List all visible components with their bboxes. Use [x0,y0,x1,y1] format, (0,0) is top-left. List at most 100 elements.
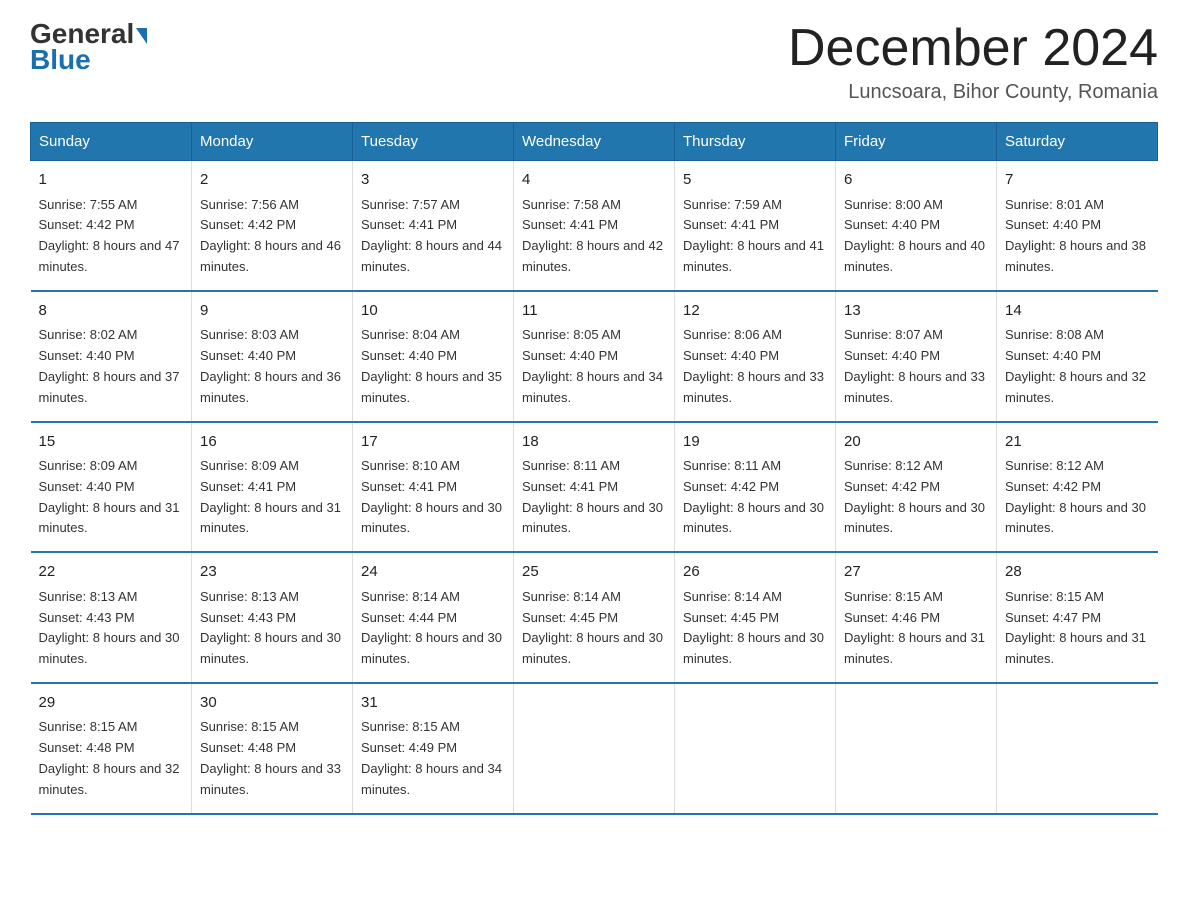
day-info: Sunrise: 7:56 AMSunset: 4:42 PMDaylight:… [200,197,341,274]
day-number: 28 [1005,561,1150,584]
day-info: Sunrise: 8:10 AMSunset: 4:41 PMDaylight:… [361,458,502,535]
calendar-day-header: Monday [192,123,353,161]
day-number: 8 [39,300,184,323]
calendar-day-cell: 4 Sunrise: 7:58 AMSunset: 4:41 PMDayligh… [514,161,675,291]
day-info: Sunrise: 8:03 AMSunset: 4:40 PMDaylight:… [200,327,341,404]
calendar-day-cell: 17 Sunrise: 8:10 AMSunset: 4:41 PMDaylig… [353,422,514,553]
day-number: 12 [683,300,827,323]
day-number: 5 [683,169,827,192]
day-number: 17 [361,431,505,454]
calendar-day-cell: 2 Sunrise: 7:56 AMSunset: 4:42 PMDayligh… [192,161,353,291]
calendar-day-cell: 25 Sunrise: 8:14 AMSunset: 4:45 PMDaylig… [514,552,675,683]
calendar-day-header: Saturday [997,123,1158,161]
day-number: 1 [39,169,184,192]
day-number: 20 [844,431,988,454]
day-info: Sunrise: 8:15 AMSunset: 4:49 PMDaylight:… [361,719,502,796]
day-info: Sunrise: 8:15 AMSunset: 4:48 PMDaylight:… [200,719,341,796]
day-info: Sunrise: 8:09 AMSunset: 4:40 PMDaylight:… [39,458,180,535]
calendar-day-cell [997,683,1158,814]
day-number: 23 [200,561,344,584]
day-number: 21 [1005,431,1150,454]
day-number: 14 [1005,300,1150,323]
calendar-day-cell: 1 Sunrise: 7:55 AMSunset: 4:42 PMDayligh… [31,161,192,291]
calendar-day-cell: 16 Sunrise: 8:09 AMSunset: 4:41 PMDaylig… [192,422,353,553]
calendar-day-cell [514,683,675,814]
day-info: Sunrise: 8:12 AMSunset: 4:42 PMDaylight:… [844,458,985,535]
calendar-day-header: Wednesday [514,123,675,161]
calendar-day-cell: 14 Sunrise: 8:08 AMSunset: 4:40 PMDaylig… [997,291,1158,422]
calendar-day-cell: 13 Sunrise: 8:07 AMSunset: 4:40 PMDaylig… [836,291,997,422]
day-info: Sunrise: 8:12 AMSunset: 4:42 PMDaylight:… [1005,458,1146,535]
day-info: Sunrise: 8:00 AMSunset: 4:40 PMDaylight:… [844,197,985,274]
calendar-week-row: 22 Sunrise: 8:13 AMSunset: 4:43 PMDaylig… [31,552,1158,683]
day-number: 22 [39,561,184,584]
calendar-day-cell: 29 Sunrise: 8:15 AMSunset: 4:48 PMDaylig… [31,683,192,814]
day-number: 26 [683,561,827,584]
calendar-table: SundayMondayTuesdayWednesdayThursdayFrid… [30,122,1158,814]
calendar-day-cell: 20 Sunrise: 8:12 AMSunset: 4:42 PMDaylig… [836,422,997,553]
calendar-day-header: Tuesday [353,123,514,161]
calendar-day-cell: 3 Sunrise: 7:57 AMSunset: 4:41 PMDayligh… [353,161,514,291]
calendar-day-cell: 12 Sunrise: 8:06 AMSunset: 4:40 PMDaylig… [675,291,836,422]
day-number: 25 [522,561,666,584]
day-info: Sunrise: 7:59 AMSunset: 4:41 PMDaylight:… [683,197,824,274]
day-number: 11 [522,300,666,323]
day-number: 24 [361,561,505,584]
day-info: Sunrise: 8:14 AMSunset: 4:45 PMDaylight:… [522,589,663,666]
day-info: Sunrise: 8:15 AMSunset: 4:48 PMDaylight:… [39,719,180,796]
day-number: 18 [522,431,666,454]
day-info: Sunrise: 8:08 AMSunset: 4:40 PMDaylight:… [1005,327,1146,404]
day-info: Sunrise: 8:07 AMSunset: 4:40 PMDaylight:… [844,327,985,404]
calendar-day-cell: 9 Sunrise: 8:03 AMSunset: 4:40 PMDayligh… [192,291,353,422]
day-number: 7 [1005,169,1150,192]
day-number: 3 [361,169,505,192]
calendar-day-header: Friday [836,123,997,161]
page-subtitle: Luncsoara, Bihor County, Romania [788,81,1158,104]
day-number: 30 [200,692,344,715]
day-number: 4 [522,169,666,192]
calendar-day-cell: 15 Sunrise: 8:09 AMSunset: 4:40 PMDaylig… [31,422,192,553]
day-info: Sunrise: 8:13 AMSunset: 4:43 PMDaylight:… [200,589,341,666]
day-info: Sunrise: 8:15 AMSunset: 4:47 PMDaylight:… [1005,589,1146,666]
calendar-week-row: 15 Sunrise: 8:09 AMSunset: 4:40 PMDaylig… [31,422,1158,553]
day-info: Sunrise: 8:02 AMSunset: 4:40 PMDaylight:… [39,327,180,404]
page-header: General Blue December 2024 Luncsoara, Bi… [30,20,1158,104]
day-info: Sunrise: 8:09 AMSunset: 4:41 PMDaylight:… [200,458,341,535]
calendar-day-cell: 7 Sunrise: 8:01 AMSunset: 4:40 PMDayligh… [997,161,1158,291]
day-info: Sunrise: 8:05 AMSunset: 4:40 PMDaylight:… [522,327,663,404]
calendar-header-row: SundayMondayTuesdayWednesdayThursdayFrid… [31,123,1158,161]
title-block: December 2024 Luncsoara, Bihor County, R… [788,20,1158,104]
calendar-day-cell: 28 Sunrise: 8:15 AMSunset: 4:47 PMDaylig… [997,552,1158,683]
calendar-day-cell: 5 Sunrise: 7:59 AMSunset: 4:41 PMDayligh… [675,161,836,291]
logo-line2: Blue [30,44,91,76]
calendar-day-header: Sunday [31,123,192,161]
calendar-day-cell: 10 Sunrise: 8:04 AMSunset: 4:40 PMDaylig… [353,291,514,422]
calendar-week-row: 1 Sunrise: 7:55 AMSunset: 4:42 PMDayligh… [31,161,1158,291]
day-info: Sunrise: 8:01 AMSunset: 4:40 PMDaylight:… [1005,197,1146,274]
day-info: Sunrise: 8:04 AMSunset: 4:40 PMDaylight:… [361,327,502,404]
calendar-week-row: 29 Sunrise: 8:15 AMSunset: 4:48 PMDaylig… [31,683,1158,814]
day-info: Sunrise: 8:06 AMSunset: 4:40 PMDaylight:… [683,327,824,404]
day-info: Sunrise: 8:13 AMSunset: 4:43 PMDaylight:… [39,589,180,666]
calendar-day-cell: 24 Sunrise: 8:14 AMSunset: 4:44 PMDaylig… [353,552,514,683]
calendar-day-header: Thursday [675,123,836,161]
calendar-day-cell: 22 Sunrise: 8:13 AMSunset: 4:43 PMDaylig… [31,552,192,683]
calendar-day-cell: 18 Sunrise: 8:11 AMSunset: 4:41 PMDaylig… [514,422,675,553]
day-info: Sunrise: 8:14 AMSunset: 4:45 PMDaylight:… [683,589,824,666]
day-number: 10 [361,300,505,323]
calendar-week-row: 8 Sunrise: 8:02 AMSunset: 4:40 PMDayligh… [31,291,1158,422]
day-number: 9 [200,300,344,323]
day-info: Sunrise: 8:14 AMSunset: 4:44 PMDaylight:… [361,589,502,666]
day-number: 16 [200,431,344,454]
day-number: 29 [39,692,184,715]
calendar-day-cell: 23 Sunrise: 8:13 AMSunset: 4:43 PMDaylig… [192,552,353,683]
calendar-day-cell: 8 Sunrise: 8:02 AMSunset: 4:40 PMDayligh… [31,291,192,422]
page-title: December 2024 [788,20,1158,77]
logo: General Blue [30,20,147,76]
calendar-day-cell: 31 Sunrise: 8:15 AMSunset: 4:49 PMDaylig… [353,683,514,814]
day-info: Sunrise: 8:11 AMSunset: 4:41 PMDaylight:… [522,458,663,535]
day-number: 27 [844,561,988,584]
calendar-day-cell: 21 Sunrise: 8:12 AMSunset: 4:42 PMDaylig… [997,422,1158,553]
day-info: Sunrise: 7:55 AMSunset: 4:42 PMDaylight:… [39,197,180,274]
calendar-day-cell: 11 Sunrise: 8:05 AMSunset: 4:40 PMDaylig… [514,291,675,422]
